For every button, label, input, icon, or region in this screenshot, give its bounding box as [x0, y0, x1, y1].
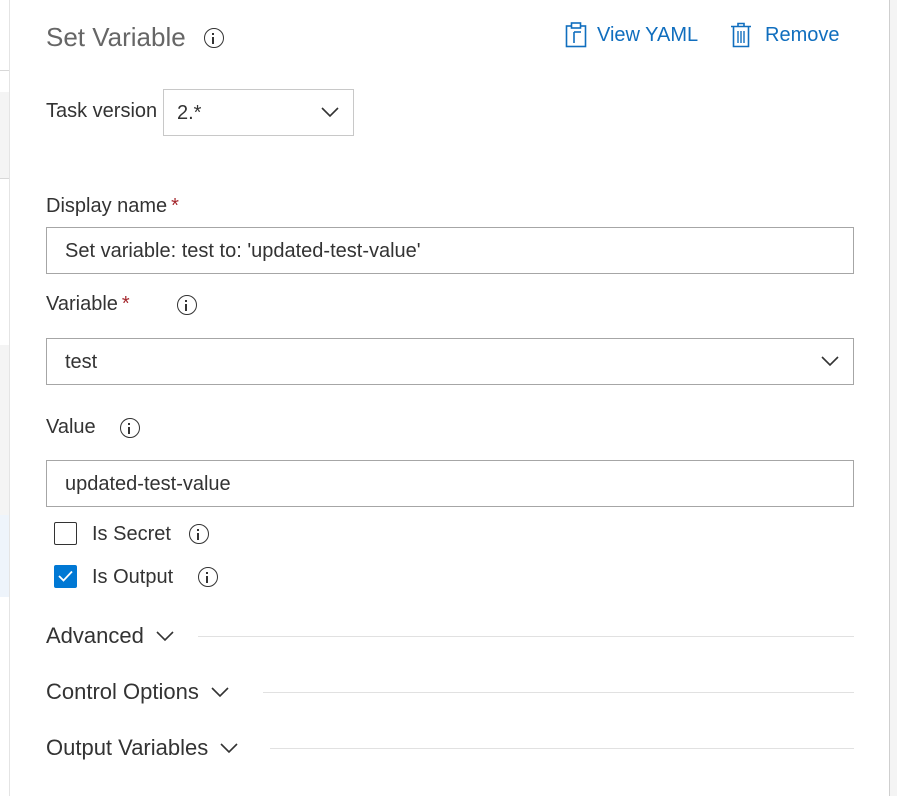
value-label: Value [46, 416, 96, 438]
view-yaml-label: View YAML [597, 23, 699, 46]
display-name-value: Set variable: test to: 'updated-test-val… [65, 240, 421, 262]
trash-icon [731, 22, 751, 48]
is-output-label: Is Output [92, 566, 174, 588]
chevron-down-icon [156, 630, 174, 641]
section-divider [270, 748, 854, 749]
task-version-select[interactable]: 2.* [163, 89, 354, 136]
remove-label: Remove [765, 23, 840, 46]
is-secret-checkbox[interactable] [54, 522, 77, 545]
left-list-edge [0, 0, 10, 796]
variable-value: test [65, 351, 98, 373]
section-divider [198, 636, 854, 637]
task-version-label: Task version [46, 100, 158, 122]
chevron-down-icon [821, 356, 839, 367]
title-info-icon[interactable] [204, 28, 224, 48]
value-field[interactable]: updated-test-value [46, 460, 854, 507]
view-yaml-button[interactable]: View YAML [565, 22, 698, 48]
is-secret-info-icon[interactable] [189, 524, 209, 544]
chevron-down-icon [220, 742, 238, 753]
remove-button[interactable]: Remove [731, 22, 839, 48]
is-output-info-icon[interactable] [198, 567, 218, 587]
advanced-section-title: Advanced [46, 623, 144, 648]
chevron-down-icon [321, 107, 339, 118]
is-secret-label: Is Secret [92, 523, 171, 545]
chevron-down-icon [211, 686, 229, 697]
section-divider [263, 692, 854, 693]
control-options-section-title: Control Options [46, 679, 199, 704]
display-name-field[interactable]: Set variable: test to: 'updated-test-val… [46, 227, 854, 274]
right-scroll-edge [889, 0, 897, 796]
value-field-value: updated-test-value [65, 473, 231, 495]
variable-info-icon[interactable] [177, 295, 197, 315]
checkmark-icon [58, 570, 73, 582]
value-info-icon[interactable] [120, 418, 140, 438]
output-variables-section-toggle[interactable]: Output Variables [46, 733, 238, 763]
output-variables-section-title: Output Variables [46, 735, 209, 760]
required-marker: * [171, 195, 179, 217]
advanced-section-toggle[interactable]: Advanced [46, 621, 174, 651]
variable-label: Variable * [46, 293, 130, 315]
task-version-value: 2.* [177, 102, 202, 124]
variable-select[interactable]: test [46, 338, 854, 385]
control-options-section-toggle[interactable]: Control Options [46, 677, 229, 707]
page-title: Set Variable [46, 22, 186, 52]
is-output-checkbox[interactable] [54, 565, 77, 588]
clipboard-icon [565, 22, 587, 48]
required-marker: * [121, 293, 130, 315]
display-name-label: Display name * [46, 195, 179, 217]
